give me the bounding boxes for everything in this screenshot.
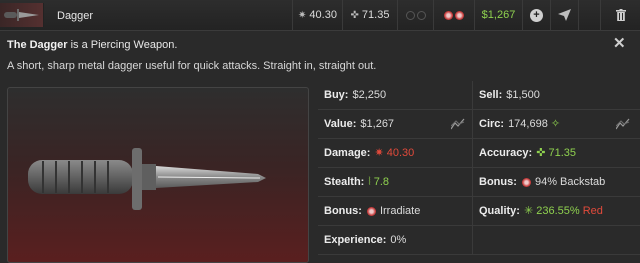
price-cell: $1,267 — [474, 0, 522, 31]
buy-label: Buy: — [324, 89, 349, 101]
send-button[interactable] — [550, 0, 578, 31]
empty-slot-icon — [405, 10, 415, 20]
circ-stat: Circ: 174,698 ✧ — [473, 110, 640, 139]
stealth-icon: ⦚ — [368, 176, 371, 188]
value-label: Value: — [324, 118, 357, 130]
quality-label: Quality: — [479, 205, 520, 217]
experience-stat: Experience: 0% — [318, 226, 473, 255]
item-thumbnail — [0, 3, 44, 27]
crosshair-icon: ✜ — [350, 10, 359, 21]
crosshair-icon: ✜ — [536, 147, 546, 159]
bonus-value: Irradiate — [379, 205, 421, 217]
bonus-label: Bonus: — [479, 176, 517, 188]
trash-button[interactable] — [600, 0, 640, 31]
stats-row: Buy: $2,250 Sell: $1,500 — [318, 81, 640, 110]
circulation-icon: ✧ — [550, 118, 561, 130]
bonus-stat: Bonus: Irradiate — [318, 197, 473, 226]
accuracy-value: 71.35 — [361, 9, 390, 21]
accuracy-cell: ✜ 71.35 — [342, 0, 397, 31]
bonus-value: 94% Backstab — [534, 176, 606, 188]
damage-label: Damage: — [324, 147, 371, 159]
buy-stat: Buy: $2,250 — [318, 81, 473, 110]
circ-value: 174,698 — [508, 118, 548, 130]
bonus-badge-icon — [455, 10, 464, 20]
item-title: The Dagger is a Piercing Weapon. — [7, 39, 177, 51]
add-button[interactable]: + — [522, 0, 550, 31]
stats-row: Bonus: Irradiate Quality: ✳ 236.55% Red — [318, 197, 640, 226]
stats-row: Damage: ✷ 40.30 Accuracy: ✜ 71.35 — [318, 139, 640, 168]
empty-bonus-cell — [397, 0, 433, 31]
send-icon — [558, 9, 571, 22]
empty-stat — [473, 226, 640, 255]
experience-label: Experience: — [324, 234, 387, 246]
stats-row: Experience: 0% — [318, 226, 640, 255]
divider — [578, 0, 600, 31]
dagger-image — [28, 148, 266, 210]
bonus-label: Bonus: — [324, 205, 362, 217]
dagger-thumbnail-icon — [4, 9, 39, 21]
close-icon: ✕ — [613, 35, 626, 52]
sell-value: $1,500 — [506, 89, 540, 101]
star-burst-icon: ✷ — [298, 10, 307, 21]
quality-value: 236.55% — [536, 205, 580, 217]
accuracy-stat-value: 71.35 — [548, 147, 577, 159]
trend-chart-icon[interactable] — [616, 118, 630, 130]
bonus-cell — [433, 0, 474, 31]
bonus-badge-icon — [521, 177, 531, 187]
value-stat: Value: $1,267 — [318, 110, 473, 139]
plus-circle-icon: + — [530, 8, 543, 22]
item-row[interactable]: Dagger ✷ 40.30 ✜ 71.35 $1,267 + — [0, 0, 640, 31]
stealth-label: Stealth: — [324, 176, 365, 188]
bonus-badge-icon — [366, 206, 376, 216]
close-button[interactable]: ✕ — [613, 34, 626, 52]
stealth-stat: Stealth: ⦚ 7.8 — [318, 168, 473, 197]
stealth-value: 7.8 — [373, 176, 390, 188]
damage-value: 40.30 — [309, 9, 337, 21]
circ-label: Circ: — [479, 118, 505, 130]
stats-row: Value: $1,267 Circ: 174,698 ✧ — [318, 110, 640, 139]
item-title-name: The Dagger — [7, 39, 68, 51]
item-title-suffix: is a Piercing Weapon. — [67, 39, 178, 51]
quality-stat: Quality: ✳ 236.55% Red — [473, 197, 640, 226]
experience-value: 0% — [390, 234, 407, 246]
empty-slot-icon — [416, 10, 426, 20]
quality-tier: Red — [582, 205, 603, 217]
damage-stat-value: 40.30 — [386, 147, 415, 159]
sell-label: Sell: — [479, 89, 503, 101]
bonus-stat: Bonus: 94% Backstab — [473, 168, 640, 197]
accuracy-label: Accuracy: — [479, 147, 533, 159]
damage-cell: ✷ 40.30 — [292, 0, 342, 31]
value-value: $1,267 — [360, 118, 395, 130]
accuracy-stat: Accuracy: ✜ 71.35 — [473, 139, 640, 168]
item-description: A short, sharp metal dagger useful for q… — [7, 60, 377, 72]
item-info-panel: The Dagger is a Piercing Weapon. ✕ A sho… — [0, 31, 640, 263]
item-name[interactable]: Dagger — [57, 10, 93, 22]
stats-row: Stealth: ⦚ 7.8 Bonus: 94% Backstab — [318, 168, 640, 197]
bonus-badge-icon — [444, 10, 453, 20]
star-burst-icon: ✷ — [374, 147, 384, 159]
damage-stat: Damage: ✷ 40.30 — [318, 139, 473, 168]
sell-stat: Sell: $1,500 — [473, 81, 640, 110]
sparkle-icon: ✳ — [523, 205, 534, 217]
buy-value: $2,250 — [352, 89, 387, 101]
item-image — [7, 87, 309, 263]
trend-chart-icon[interactable] — [451, 118, 465, 130]
trash-icon — [615, 9, 626, 22]
